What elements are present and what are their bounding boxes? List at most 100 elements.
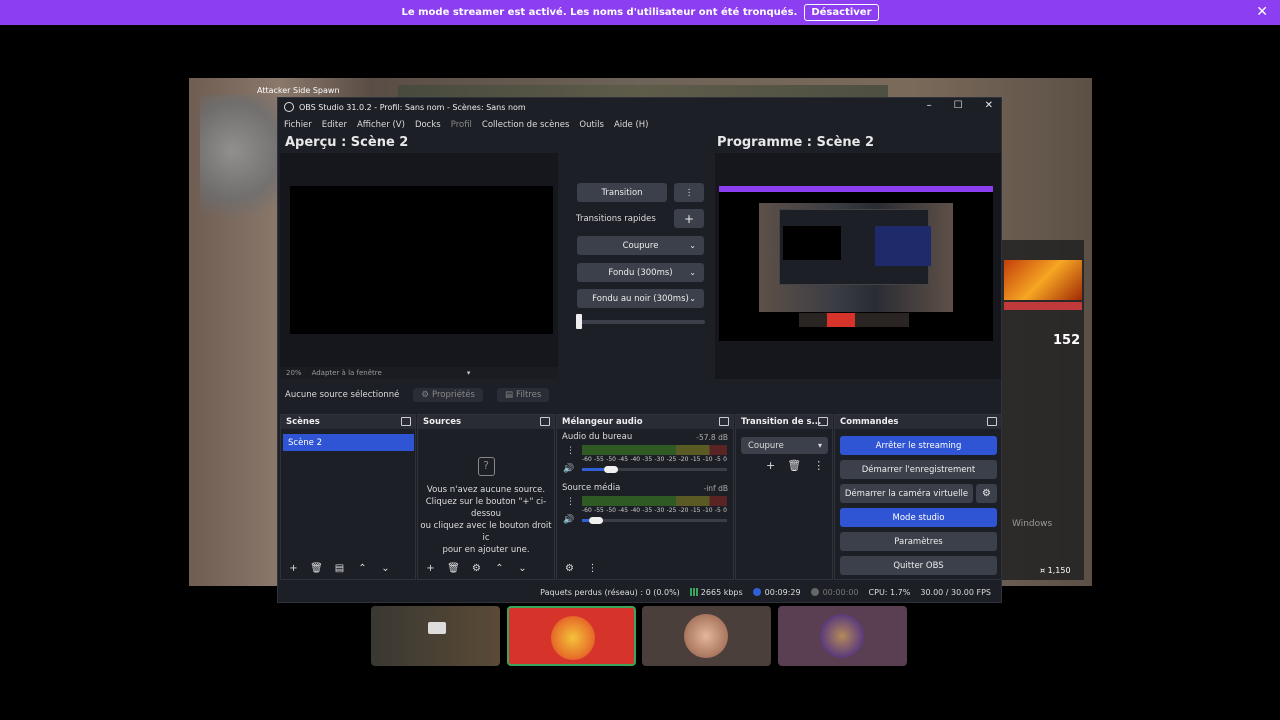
speaker-icon[interactable]: 🔊 <box>563 515 574 525</box>
transition-menu-icon[interactable]: ⋮ <box>674 183 704 202</box>
studio-mode-button[interactable]: Mode studio <box>840 508 997 527</box>
add-quick-transition-icon[interactable]: + <box>674 209 704 228</box>
quick-transition-fade[interactable]: Fondu (300ms) ⌄ <box>577 263 704 282</box>
stop-streaming-button[interactable]: Arrêter le streaming <box>840 436 997 455</box>
settings-button[interactable]: Paramètres <box>840 532 997 551</box>
program-streamer-bar <box>719 186 993 192</box>
game-right-hud <box>1002 240 1084 580</box>
menu-fichier[interactable]: Fichier <box>284 120 312 130</box>
scale-tick: -55 <box>594 456 604 463</box>
dock-header: Sources <box>418 415 554 429</box>
scale-tick: 0 <box>723 456 727 463</box>
gear-icon[interactable]: ⚙ <box>470 563 483 574</box>
trash-icon[interactable]: 🗑 <box>447 563 460 574</box>
add-icon[interactable]: + <box>766 459 775 472</box>
close-window-icon[interactable]: ✕ <box>985 100 993 111</box>
filters-button[interactable]: ▤ Filtres <box>496 388 550 402</box>
undock-icon[interactable] <box>818 417 828 426</box>
controls-dock: Commandes Arrêter le streaming Démarrer … <box>834 414 1002 580</box>
move-up-icon[interactable]: ⌃ <box>493 563 506 574</box>
stream-time-status: 00:09:29 <box>752 588 801 597</box>
menu-docks[interactable]: Docks <box>415 120 441 130</box>
exit-obs-button[interactable]: Quitter OBS <box>840 556 997 575</box>
menu-aide[interactable]: Aide (H) <box>614 120 649 130</box>
streamer-mode-message: Le mode streamer est activé. Les noms d'… <box>401 7 798 18</box>
move-down-icon[interactable]: ⌄ <box>379 563 392 574</box>
preview-canvas[interactable] <box>290 186 553 334</box>
scale-tick: -60 <box>582 507 592 514</box>
menu-afficher[interactable]: Afficher (V) <box>357 120 405 130</box>
scale-tick: -55 <box>594 507 604 514</box>
quick-transitions-label: Transitions rapides <box>576 214 656 224</box>
quick-transition-label: Fondu (300ms) <box>608 267 673 278</box>
participant-tile[interactable] <box>371 606 500 666</box>
move-down-icon[interactable]: ⌄ <box>516 563 529 574</box>
participant-tile[interactable] <box>642 606 771 666</box>
meter-scale: -60 -55 -50 -45 -40 -35 -30 -25 -20 -15 -10 -5 0 <box>582 456 727 463</box>
scale-tick: -5 <box>714 456 721 463</box>
undock-icon[interactable] <box>540 417 550 426</box>
kebab-menu-icon[interactable]: ⋮ <box>813 459 824 472</box>
channel-menu-icon[interactable]: ⋮ <box>566 497 575 507</box>
scene-item[interactable]: Scène 2 <box>283 434 414 451</box>
minimize-icon[interactable]: – <box>927 100 932 111</box>
transition-slider-track[interactable] <box>576 320 705 324</box>
menu-editer[interactable]: Editer <box>322 120 347 130</box>
trash-icon[interactable]: 🗑 <box>310 563 323 574</box>
properties-button[interactable]: ⚙ Propriétés <box>413 388 483 402</box>
scale-tick: -50 <box>606 456 616 463</box>
close-icon[interactable]: ✕ <box>1256 4 1268 20</box>
virtual-camera-gear-icon[interactable]: ⚙ <box>976 484 997 503</box>
undock-icon[interactable] <box>719 417 729 426</box>
menu-outils[interactable]: Outils <box>579 120 604 130</box>
chevron-down-icon[interactable]: ▾ <box>467 369 471 377</box>
quick-transition-cut[interactable]: Coupure ⌄ <box>577 236 704 255</box>
fit-window-select[interactable]: Adapter à la fenêtre <box>312 369 382 377</box>
add-icon[interactable]: + <box>424 563 437 574</box>
window-title: OBS Studio 31.0.2 - Profil: Sans nom - S… <box>299 102 526 112</box>
volume-slider[interactable] <box>582 519 727 522</box>
mixer-title: Mélangeur audio <box>562 417 643 427</box>
participant-tile[interactable] <box>778 606 907 666</box>
volume-knob[interactable] <box>604 466 618 473</box>
empty-line: Vous n'avez aucune source. <box>426 485 546 495</box>
menu-profil[interactable]: Profil <box>451 120 472 130</box>
scale-tick: -15 <box>690 507 701 514</box>
menu-collection-scenes[interactable]: Collection de scènes <box>482 120 569 130</box>
channel-name: Source média <box>562 483 621 493</box>
undock-icon[interactable] <box>401 417 411 426</box>
dock-header: Transition de s... <box>736 415 832 429</box>
scenes-title: Scènes <box>286 417 320 427</box>
nested-controls <box>875 226 931 266</box>
mixer-settings-icon[interactable]: ⚙ <box>563 563 576 574</box>
participant-tile[interactable] <box>507 606 636 666</box>
quick-transition-fade-black[interactable]: Fondu au noir (300ms) ⌄ <box>577 289 704 308</box>
windows-watermark: Windows <box>1012 519 1053 529</box>
disable-streamer-mode-button[interactable]: Désactiver <box>804 4 879 21</box>
filter-icon[interactable]: ▤ <box>333 563 346 574</box>
scale-tick: -35 <box>642 456 653 463</box>
add-icon[interactable]: + <box>287 563 300 574</box>
channel-menu-icon[interactable]: ⋮ <box>566 446 575 456</box>
sources-empty-state: ? Vous n'avez aucune source. Cliquez sur… <box>418 457 554 556</box>
transition-button[interactable]: Transition <box>577 183 667 202</box>
volume-knob[interactable] <box>589 517 603 524</box>
channel-name: Audio du bureau <box>562 432 633 442</box>
scale-tick: -20 <box>678 507 689 514</box>
preview-area[interactable] <box>280 153 558 367</box>
scale-tick: -10 <box>702 456 713 463</box>
start-virtual-camera-button[interactable]: Démarrer la caméra virtuelle <box>840 484 973 503</box>
empty-line: ou cliquez avec le bouton droit ic <box>420 521 552 543</box>
program-stream-content <box>759 203 953 327</box>
start-recording-button[interactable]: Démarrer l'enregistrement <box>840 460 997 479</box>
speaker-icon[interactable]: 🔊 <box>563 464 574 474</box>
maximize-icon[interactable]: ☐ <box>954 100 963 111</box>
mixer-menu-icon[interactable]: ⋮ <box>586 563 599 574</box>
signal-icon <box>689 588 698 596</box>
trash-icon[interactable]: 🗑 <box>787 459 801 472</box>
transition-slider-handle[interactable] <box>576 314 582 329</box>
transition-select[interactable]: Coupure ▾ <box>741 437 828 454</box>
undock-icon[interactable] <box>987 417 997 426</box>
program-area <box>715 153 1001 379</box>
move-up-icon[interactable]: ⌃ <box>356 563 369 574</box>
